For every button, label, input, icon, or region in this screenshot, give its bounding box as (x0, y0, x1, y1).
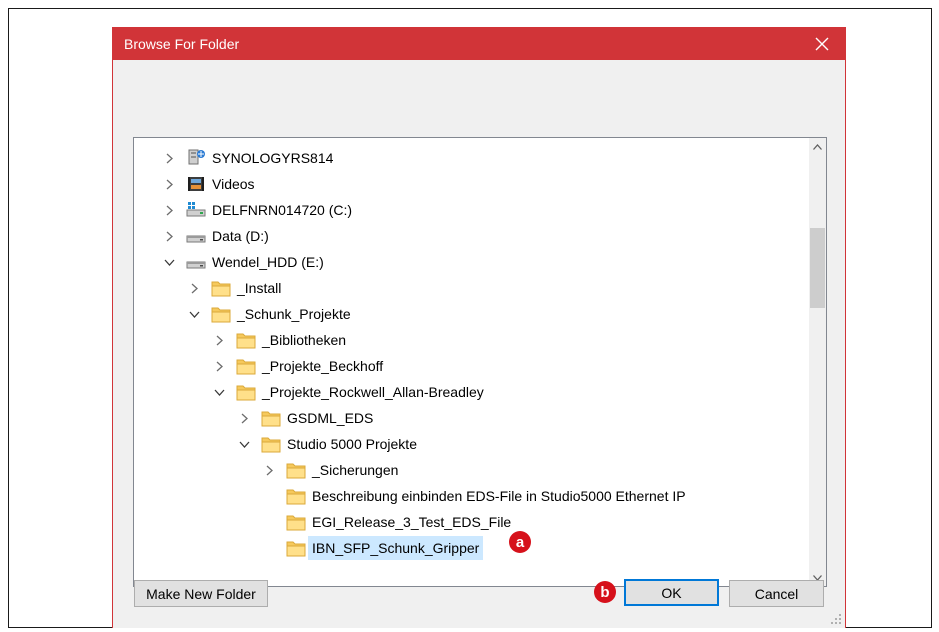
chevron-right-icon (216, 361, 223, 371)
tree-item-label: _Projekte_Rockwell_Allan-Breadley (262, 384, 484, 400)
callout-marker-b: b (594, 581, 616, 603)
cancel-button[interactable]: Cancel (729, 580, 824, 607)
tree-item[interactable]: _Schunk_Projekte (134, 302, 802, 326)
close-button[interactable] (799, 27, 845, 60)
expand-toggle[interactable] (162, 229, 176, 243)
tree-item-label: EGI_Release_3_Test_EDS_File (312, 514, 512, 530)
tree-item[interactable]: EGI_Release_3_Test_EDS_File (134, 510, 802, 534)
folder-tree[interactable]: SYNOLOGYRS814 Videos DELFNRN014720 (C:) Dat… (133, 137, 827, 587)
folder-icon (211, 305, 231, 323)
tree-item[interactable]: GSDML_EDS (134, 406, 802, 430)
tree-item-label: _Bibliotheken (262, 332, 347, 348)
tree-item-label: DELFNRN014720 (C:) (212, 202, 353, 218)
folder-icon (236, 357, 256, 375)
chevron-right-icon (216, 335, 223, 345)
tree-item-label-selected: IBN_SFP_Schunk_Gripper (308, 536, 484, 560)
folder-icon (286, 461, 306, 479)
expand-toggle[interactable] (262, 463, 276, 477)
folder-icon (286, 487, 306, 505)
scroll-up-button[interactable] (809, 138, 826, 155)
tree-item[interactable]: IBN_SFP_Schunk_Gripper (134, 536, 802, 560)
tree-item[interactable]: DELFNRN014720 (C:) (134, 198, 802, 222)
folder-icon (236, 331, 256, 349)
tree-item-label: GSDML_EDS (287, 410, 374, 426)
tree-item[interactable]: _Install (134, 276, 802, 300)
expand-toggle[interactable] (212, 333, 226, 347)
drive-icon (186, 253, 206, 271)
collapse-toggle[interactable] (237, 437, 251, 451)
tree-item-label: _Projekte_Beckhoff (262, 358, 384, 374)
tree-item[interactable]: _Projekte_Rockwell_Allan-Breadley (134, 380, 802, 404)
chevron-right-icon (266, 465, 273, 475)
collapse-toggle[interactable] (187, 307, 201, 321)
folder-icon (261, 435, 281, 453)
tree-item-label: Wendel_HDD (E:) (212, 254, 324, 270)
chevron-right-icon (166, 153, 173, 163)
tree-item-label: _Schunk_Projekte (237, 306, 351, 322)
tree-item[interactable]: _Sicherungen (134, 458, 802, 482)
folder-icon (211, 279, 231, 297)
tree-item-label: _Install (237, 280, 282, 296)
windows-drive-icon (186, 201, 206, 219)
tree-item-label: SYNOLOGYRS814 (212, 150, 334, 166)
chevron-right-icon (191, 283, 198, 293)
chevron-right-icon (166, 205, 173, 215)
resize-grip-icon[interactable] (830, 613, 842, 625)
expand-toggle[interactable] (187, 281, 201, 295)
expand-toggle[interactable] (237, 411, 251, 425)
collapse-toggle[interactable] (212, 385, 226, 399)
chevron-right-icon (241, 413, 248, 423)
folder-icon (261, 409, 281, 427)
tree-item[interactable]: Data (D:) (134, 224, 802, 248)
tree-item-label: Data (D:) (212, 228, 269, 244)
vertical-scrollbar[interactable] (809, 138, 826, 586)
tree-item[interactable]: Videos (134, 172, 802, 196)
callout-marker-a: a (509, 531, 531, 553)
expand-toggle[interactable] (162, 151, 176, 165)
tree-item[interactable]: Beschreibung einbinden EDS-File in Studi… (134, 484, 802, 508)
tree-item-label: Beschreibung einbinden EDS-File in Studi… (312, 488, 686, 504)
browse-for-folder-dialog: Browse For Folder SYNOLOGYRS814 Videos DEL… (112, 27, 846, 628)
chevron-down-icon (239, 441, 249, 448)
tree-item[interactable]: _Projekte_Beckhoff (134, 354, 802, 378)
dialog-title: Browse For Folder (124, 36, 240, 52)
network-drive-icon (186, 149, 206, 167)
tree-item[interactable]: Studio 5000 Projekte (134, 432, 802, 456)
chevron-right-icon (166, 179, 173, 189)
tree-item[interactable]: SYNOLOGYRS814 (134, 146, 802, 170)
close-icon (815, 37, 829, 50)
folder-icon (286, 513, 306, 531)
ok-button[interactable]: OK (624, 579, 719, 606)
collapse-toggle[interactable] (162, 255, 176, 269)
chevron-up-icon (813, 143, 822, 150)
chevron-right-icon (166, 231, 173, 241)
expand-toggle[interactable] (212, 359, 226, 373)
tree-item-label: Videos (212, 176, 255, 192)
drive-icon (186, 227, 206, 245)
folder-icon (286, 539, 306, 557)
expand-toggle[interactable] (162, 177, 176, 191)
tree-item-label: Studio 5000 Projekte (287, 436, 417, 452)
chevron-down-icon (189, 311, 199, 318)
title-bar[interactable]: Browse For Folder (113, 27, 845, 60)
folder-icon (236, 383, 256, 401)
tree-item-label: _Sicherungen (312, 462, 399, 478)
videos-folder-icon (186, 175, 206, 193)
chevron-down-icon (164, 259, 174, 266)
tree-item[interactable]: Wendel_HDD (E:) (134, 250, 802, 274)
tree-item[interactable]: _Bibliotheken (134, 328, 802, 352)
chevron-down-icon (214, 389, 224, 396)
expand-toggle[interactable] (162, 203, 176, 217)
scrollbar-thumb[interactable] (810, 228, 825, 308)
make-new-folder-button[interactable]: Make New Folder (134, 580, 268, 607)
